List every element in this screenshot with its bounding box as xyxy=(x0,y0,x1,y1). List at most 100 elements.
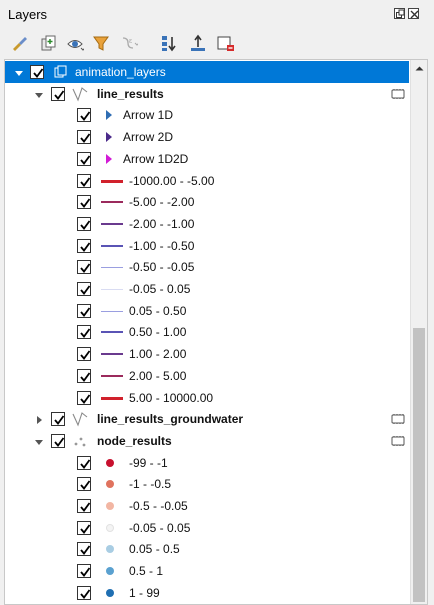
legend-item-row[interactable]: -99 - -1 xyxy=(5,452,409,474)
layer-checkbox[interactable] xyxy=(77,152,91,166)
layer-checkbox[interactable] xyxy=(51,87,65,101)
point-symbol-swatch xyxy=(106,459,114,467)
layer-checkbox[interactable] xyxy=(77,456,91,470)
legend-item-label: Arrow 1D2D xyxy=(123,152,189,166)
legend-item-row[interactable]: Arrow 2D xyxy=(5,126,409,148)
expand-all-button[interactable] xyxy=(158,32,180,54)
arrow-symbol-icon xyxy=(106,110,112,120)
visibility-eye-icon xyxy=(67,40,84,51)
legend-item-row[interactable]: -2.00 - -1.00 xyxy=(5,213,409,235)
legend-item-row[interactable]: -0.5 - -0.05 xyxy=(5,495,409,517)
layer-tree[interactable]: animation_layers line_results Arrow 1D Arro… xyxy=(4,59,428,605)
layer-group-icon xyxy=(52,64,68,80)
expand-arrow-down[interactable] xyxy=(34,436,44,446)
checkmark-icon xyxy=(33,68,44,78)
legend-item-label: -0.5 - -0.05 xyxy=(129,499,188,513)
legend-item-row[interactable]: 1.00 - 2.00 xyxy=(5,343,409,365)
checkmark-icon xyxy=(80,198,91,208)
line-symbol-swatch xyxy=(101,374,123,378)
layer-checkbox[interactable] xyxy=(77,586,91,600)
line-symbol-swatch xyxy=(101,310,123,312)
layer-checkbox[interactable] xyxy=(77,304,91,318)
vertical-scrollbar[interactable] xyxy=(410,60,427,604)
point-symbol-swatch xyxy=(106,480,114,488)
layer-checkbox[interactable] xyxy=(77,477,91,491)
close-icon xyxy=(410,10,419,19)
checkmark-icon xyxy=(80,242,91,252)
line-symbol-swatch xyxy=(101,266,123,268)
layer-checkbox[interactable] xyxy=(77,195,91,209)
layer-checkbox[interactable] xyxy=(77,174,91,188)
remove-layer-button[interactable] xyxy=(214,32,236,54)
layer-group-icon xyxy=(54,65,67,78)
checkmark-icon xyxy=(80,177,91,187)
legend-item-row[interactable]: 1 - 99 xyxy=(5,582,409,604)
expand-arrow-down[interactable] xyxy=(34,89,44,99)
legend-item-label: 0.05 - 0.50 xyxy=(129,304,187,318)
layer-checkbox[interactable] xyxy=(77,542,91,556)
layer-checkbox[interactable] xyxy=(77,325,91,339)
chevron-down-icon xyxy=(35,440,43,445)
layer-checkbox[interactable] xyxy=(77,130,91,144)
legend-item-row[interactable]: -1 - -0.5 xyxy=(5,473,409,495)
layer-checkbox[interactable] xyxy=(77,564,91,578)
float-panel-button[interactable] xyxy=(394,8,405,19)
layer-checkbox[interactable] xyxy=(51,434,65,448)
legend-item-row[interactable]: 5.00 - 10000.00 xyxy=(5,387,409,409)
checkmark-icon xyxy=(80,589,91,599)
legend-item-row[interactable]: -5.00 - -2.00 xyxy=(5,191,409,213)
legend-item-label: -0.05 - 0.05 xyxy=(129,282,191,296)
chevron-down-icon xyxy=(15,71,23,76)
add-group-button[interactable] xyxy=(37,32,59,54)
style-brush-button[interactable] xyxy=(8,32,30,54)
checkmark-icon xyxy=(80,459,91,469)
layer-row-node-results[interactable]: node_results xyxy=(5,430,409,452)
legend-item-row[interactable]: -1000.00 - -5.00 xyxy=(5,170,409,192)
legend-item-row[interactable]: 2.00 - 5.00 xyxy=(5,365,409,387)
layer-checkbox[interactable] xyxy=(30,65,44,79)
legend-item-row[interactable]: 0.5 - 1 xyxy=(5,560,409,582)
layer-checkbox[interactable] xyxy=(77,217,91,231)
clock-tag-icon xyxy=(391,89,405,99)
legend-item-row[interactable]: -1.00 - -0.50 xyxy=(5,235,409,257)
filter-button[interactable] xyxy=(90,32,112,54)
expand-arrow-right[interactable] xyxy=(34,414,44,424)
legend-item-label: Arrow 2D xyxy=(123,130,174,144)
layer-checkbox[interactable] xyxy=(77,260,91,274)
line-symbol-swatch xyxy=(101,245,123,247)
layer-checkbox[interactable] xyxy=(77,282,91,296)
checkmark-icon xyxy=(80,545,91,555)
arrow-symbol-icon xyxy=(106,154,112,164)
scroll-up-button[interactable] xyxy=(411,60,427,77)
close-panel-button[interactable] xyxy=(408,8,419,19)
checkmark-icon xyxy=(80,372,91,382)
layer-row-line-results-groundwater[interactable]: line_results_groundwater xyxy=(5,408,409,430)
legend-item-row[interactable]: 0.05 - 0.5 xyxy=(5,538,409,560)
legend-item-row[interactable]: 0.50 - 1.00 xyxy=(5,321,409,343)
group-row-animation-layers[interactable]: animation_layers xyxy=(5,61,409,83)
legend-item-row[interactable]: -0.50 - -0.05 xyxy=(5,256,409,278)
layer-checkbox[interactable] xyxy=(77,369,91,383)
layer-checkbox[interactable] xyxy=(51,412,65,426)
style-brush-icon xyxy=(13,37,27,51)
scrollbar-thumb[interactable] xyxy=(413,328,425,602)
layer-checkbox[interactable] xyxy=(77,521,91,535)
filter-expression-button[interactable]: ε xyxy=(118,32,140,54)
layer-checkbox[interactable] xyxy=(77,239,91,253)
legend-item-row[interactable]: Arrow 1D xyxy=(5,104,409,126)
layer-checkbox[interactable] xyxy=(77,347,91,361)
legend-item-row[interactable]: -0.05 - 0.05 xyxy=(5,517,409,539)
layer-checkbox[interactable] xyxy=(77,108,91,122)
layer-checkbox[interactable] xyxy=(77,391,91,405)
layer-checkbox[interactable] xyxy=(77,499,91,513)
layer-row-line-results[interactable]: line_results xyxy=(5,83,409,105)
legend-item-row[interactable]: 0.05 - 0.50 xyxy=(5,300,409,322)
legend-item-label: -5.00 - -2.00 xyxy=(129,195,195,209)
legend-item-row[interactable]: -0.05 - 0.05 xyxy=(5,278,409,300)
checkmark-icon xyxy=(80,480,91,490)
visibility-eye-button[interactable] xyxy=(64,32,86,54)
temporal-layer-indicator xyxy=(391,435,405,446)
expand-arrow-down[interactable] xyxy=(14,67,24,77)
legend-item-row[interactable]: Arrow 1D2D xyxy=(5,148,409,170)
collapse-all-button[interactable] xyxy=(187,32,209,54)
